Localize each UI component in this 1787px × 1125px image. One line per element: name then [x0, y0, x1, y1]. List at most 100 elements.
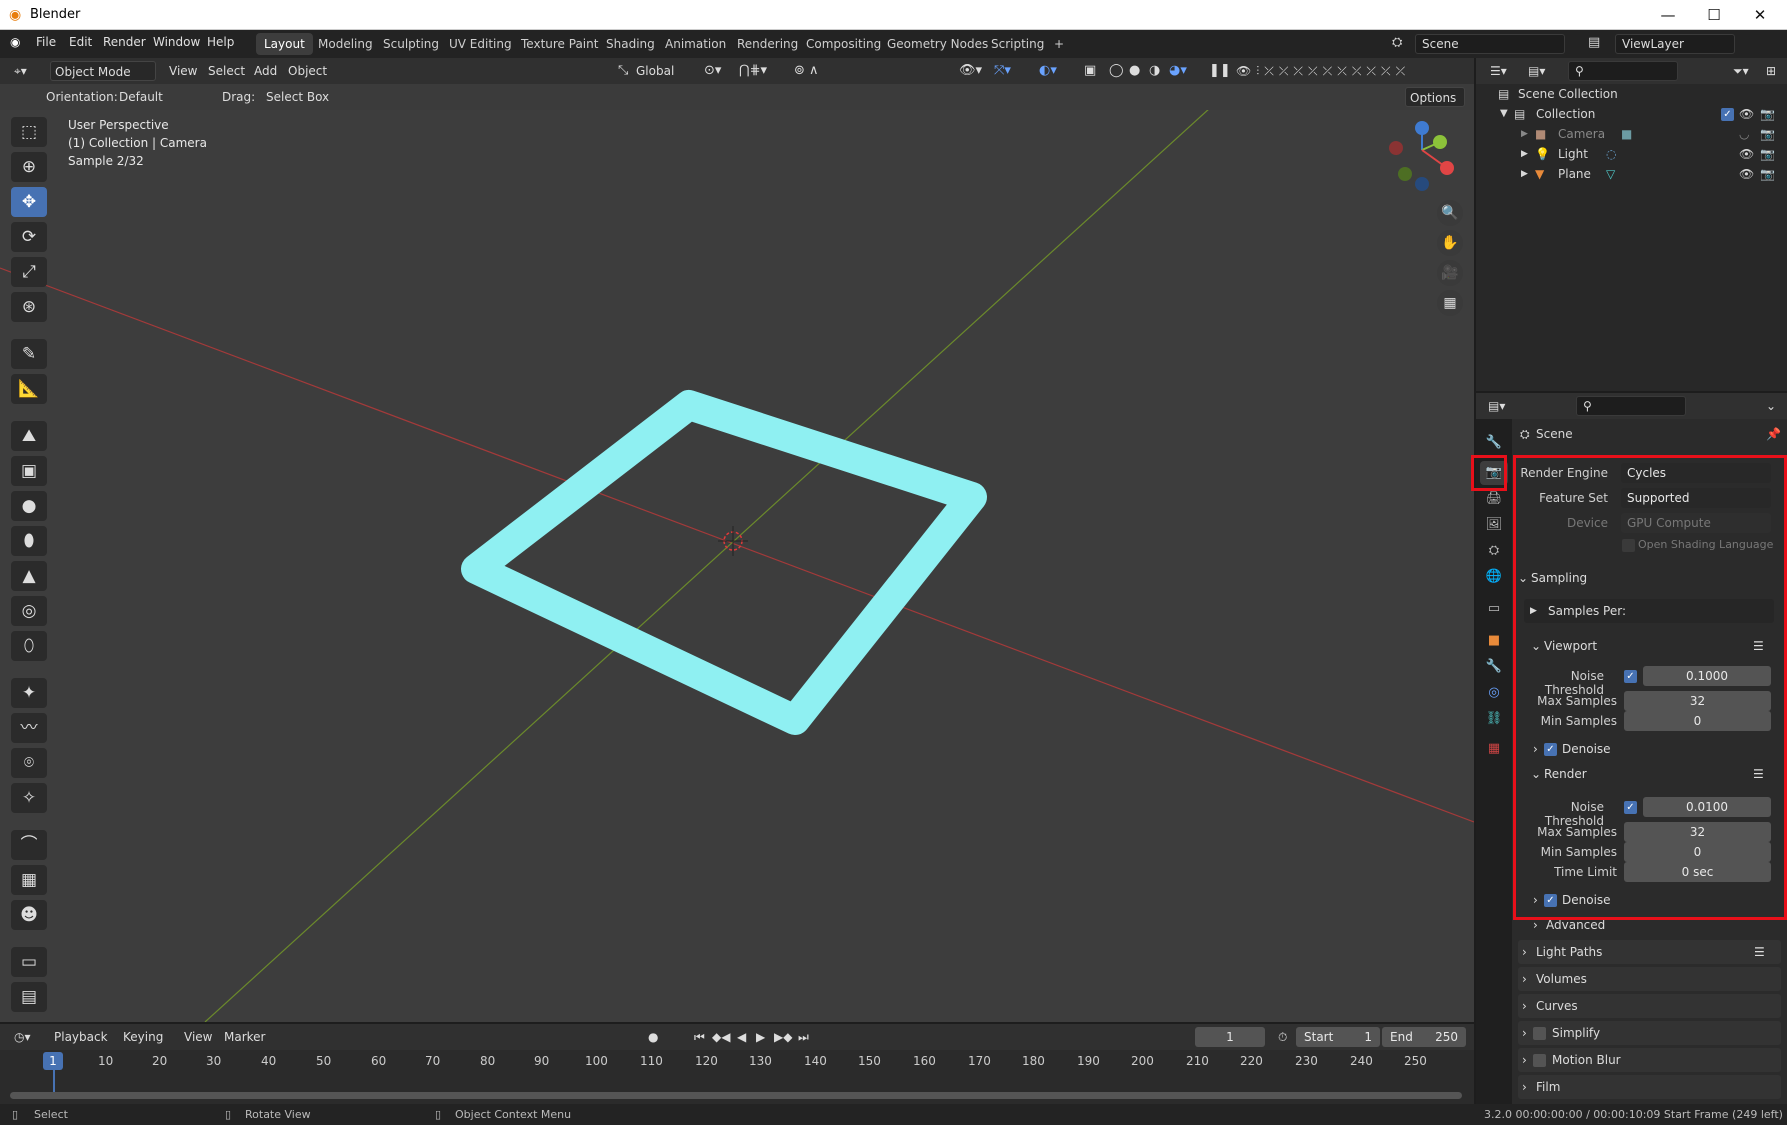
zoom-icon[interactable]: 🔍	[1437, 200, 1463, 226]
sampling-expand-icon[interactable]: ⌄	[1518, 567, 1528, 589]
time-limit-field[interactable]: 0 sec	[1624, 862, 1771, 882]
add-cube-icon[interactable]: ▣	[11, 456, 47, 486]
render-engine-select[interactable]: Cycles	[1621, 463, 1771, 483]
playhead[interactable]: 1	[43, 1052, 63, 1070]
samples-per-header[interactable]: ▶ Samples Per:	[1524, 599, 1774, 623]
object-tab-icon[interactable]: ■	[1480, 629, 1508, 653]
visibility-icon[interactable]: 👁▾	[955, 61, 986, 81]
collection-exclude-checkbox[interactable]: ✓	[1721, 108, 1734, 121]
visibility-eye-icon[interactable]: 👁	[1739, 164, 1754, 184]
r-max-samples-field[interactable]: 32	[1624, 822, 1771, 842]
tab-shading[interactable]: Shading	[598, 33, 663, 55]
modifier-tab-icon[interactable]: 🔧	[1480, 655, 1508, 679]
timeline-scrollbar[interactable]	[10, 1092, 1462, 1099]
transform-orientation-icon[interactable]: ⤡	[614, 61, 632, 81]
add-workspace-button[interactable]: +	[1046, 33, 1072, 55]
pivot-icon[interactable]: ⊙▾	[700, 61, 725, 81]
sampling-panel-header[interactable]: Sampling	[1531, 567, 1587, 589]
visibility-eye-icon[interactable]: 👁	[1739, 144, 1754, 164]
menu-playback[interactable]: Playback	[50, 1027, 112, 1047]
curves-panel-header[interactable]: › Curves	[1518, 994, 1781, 1018]
render-camera-icon[interactable]: 📷	[1760, 104, 1775, 124]
render-camera-icon[interactable]: 📷	[1760, 124, 1775, 144]
visibility-eye-icon[interactable]: 👁	[1739, 104, 1754, 124]
tab-texture-paint[interactable]: Texture Paint	[513, 33, 606, 55]
stopwatch-icon[interactable]: ⏱	[1274, 1027, 1291, 1047]
add-cone-icon[interactable]: ▲	[11, 561, 47, 591]
constraints-tab-icon[interactable]: ⛓	[1480, 707, 1508, 731]
volumes-panel-header[interactable]: › Volumes	[1518, 967, 1781, 991]
expand-arrow-icon[interactable]: ▼	[1500, 104, 1508, 124]
end-frame-field[interactable]: End 250	[1382, 1027, 1466, 1047]
camera-view-icon[interactable]: 🎥	[1437, 260, 1463, 286]
prev-keyframe-icon[interactable]: ◆◀	[708, 1027, 734, 1047]
menu-keying[interactable]: Keying	[119, 1027, 167, 1047]
outliner-row-plane[interactable]: ▶ ▼ Plane ▽ 👁 📷	[1476, 164, 1787, 184]
hidden-eye-icon[interactable]: ◡	[1739, 124, 1749, 144]
pan-hand-icon[interactable]: ✋	[1437, 230, 1463, 256]
menu-edit[interactable]: Edit	[69, 35, 92, 49]
solid-shading-icon[interactable]: ●	[1125, 61, 1144, 81]
film-panel-header[interactable]: › Film	[1518, 1075, 1781, 1099]
overlay-icon[interactable]: ◐▾	[1035, 61, 1061, 81]
jump-start-icon[interactable]: ⏮	[690, 1027, 709, 1047]
blender-menu-icon[interactable]: ◉	[10, 35, 20, 49]
expand-arrow-icon[interactable]: ▶	[1521, 144, 1528, 164]
rendered-shading-icon[interactable]: ◕▾	[1165, 61, 1191, 81]
properties-options-icon[interactable]: ⌄	[1762, 396, 1780, 416]
move-tool-icon[interactable]: ✥	[11, 187, 47, 217]
tab-modeling[interactable]: Modeling	[310, 33, 381, 55]
play-icon[interactable]: ▶	[752, 1027, 769, 1047]
select-box-icon[interactable]: ⬚	[11, 117, 47, 147]
scene-field[interactable]: Scene	[1415, 34, 1565, 54]
add-torus-icon[interactable]: ◎	[11, 596, 47, 626]
orientation-select[interactable]: Default	[115, 87, 207, 107]
vp-max-samples-field[interactable]: 32	[1624, 691, 1771, 711]
vp-denoise-checkbox[interactable]: ✓	[1544, 743, 1557, 756]
add-arc-icon[interactable]: ⌒	[11, 830, 47, 860]
render-presets-icon[interactable]: ☰	[1753, 763, 1764, 785]
add-plane-icon[interactable]: ⛰	[11, 421, 47, 451]
pin-icon[interactable]: 📌	[1766, 427, 1781, 441]
render-camera-icon[interactable]: 📷	[1760, 144, 1775, 164]
rotate-tool-icon[interactable]: ⟳	[11, 222, 47, 252]
add-image-icon[interactable]: ▭	[11, 947, 47, 977]
advanced-expand-icon[interactable]: ›	[1533, 914, 1538, 936]
tab-geometry-nodes[interactable]: Geometry Nodes	[879, 33, 996, 55]
add-sphere-icon[interactable]: ●	[11, 491, 47, 521]
close-button[interactable]: ✕	[1737, 0, 1783, 30]
play-reverse-icon[interactable]: ◀	[733, 1027, 750, 1047]
world-tab-icon[interactable]: 🌐	[1480, 565, 1508, 589]
pause-render-icon[interactable]: ❚❚	[1205, 61, 1235, 81]
start-frame-field[interactable]: Start 1	[1296, 1027, 1380, 1047]
tab-animation[interactable]: Animation	[657, 33, 734, 55]
viewlayer-icon[interactable]: ▤	[1588, 35, 1600, 50]
device-select[interactable]: GPU Compute	[1621, 513, 1771, 533]
options-dropdown[interactable]: Options	[1405, 87, 1465, 107]
perspective-grid-icon[interactable]: ▦	[1437, 290, 1463, 316]
r-denoise-expand-icon[interactable]: ›	[1533, 889, 1538, 911]
extra-toggles-icon[interactable]: 👁⫶⤫⤫⤫⤫⤫⤫⤫⤫⤫⤫	[1232, 61, 1414, 81]
outliner-editor-type-icon[interactable]: ☰▾	[1486, 61, 1511, 81]
transform-orientation-select[interactable]: Global	[632, 61, 678, 81]
viewlayer-field[interactable]: ViewLayer	[1615, 34, 1735, 54]
add-light-icon[interactable]: ✦	[11, 678, 47, 708]
texture-tab-icon[interactable]: ▦	[1480, 737, 1508, 761]
tab-sculpting[interactable]: Sculpting	[375, 33, 447, 55]
filter-icon[interactable]: ⏷▾	[1729, 61, 1753, 81]
material-shading-icon[interactable]: ◑	[1145, 61, 1164, 81]
simplify-panel-header[interactable]: › Simplify	[1518, 1021, 1781, 1045]
r-denoise-checkbox[interactable]: ✓	[1544, 894, 1557, 907]
render-subpanel-header[interactable]: Render	[1544, 763, 1587, 785]
add-cylinder-icon[interactable]: ⬮	[11, 526, 47, 556]
add-capsule-icon[interactable]: ⬯	[11, 631, 47, 661]
menu-window[interactable]: Window	[153, 35, 200, 49]
timeline-editor[interactable]: ◷▾ Playback Keying View Marker ● ⏮ ◆◀ ◀ …	[0, 1024, 1474, 1104]
add-grid-icon[interactable]: ▦	[11, 865, 47, 895]
add-empty-icon[interactable]: ✧	[11, 783, 47, 813]
menu-render[interactable]: Render	[103, 35, 146, 49]
menu-view[interactable]: View	[165, 61, 201, 81]
osl-checkbox[interactable]	[1622, 539, 1635, 552]
viewport-expand-icon[interactable]: ⌄	[1531, 635, 1541, 657]
record-icon[interactable]: ●	[644, 1027, 662, 1047]
